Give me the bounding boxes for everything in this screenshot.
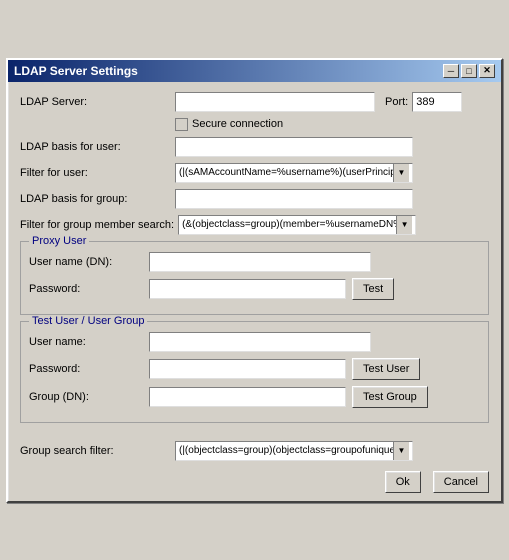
ldap-basis-group-label: LDAP basis for group: <box>20 193 175 205</box>
test-user-content: User name: Password: Test User Group (DN… <box>29 332 480 408</box>
proxy-user-section: Proxy User User name (DN): Password: Tes… <box>20 241 489 315</box>
filter-user-value: (|(sAMAccountName=%username%)(userPrinci… <box>179 167 393 178</box>
test-group-row: Group (DN): Test Group <box>29 386 480 408</box>
test-username-label: User name: <box>29 336 149 348</box>
test-group-input[interactable] <box>149 387 346 407</box>
ldap-server-label: LDAP Server: <box>20 96 175 108</box>
filter-user-arrow[interactable]: ▼ <box>393 164 409 182</box>
group-search-row: Group search filter: (|(objectclass=grou… <box>8 437 501 465</box>
dialog-content: LDAP Server: Port: Secure connection LDA… <box>8 82 501 437</box>
port-input[interactable] <box>412 92 462 112</box>
ldap-basis-user-input[interactable] <box>175 137 413 157</box>
ldap-server-input[interactable] <box>175 92 375 112</box>
ldap-basis-user-label: LDAP basis for user: <box>20 141 175 153</box>
filter-user-label: Filter for user: <box>20 167 175 179</box>
proxy-password-row: Password: Test <box>29 278 480 300</box>
ldap-basis-user-row: LDAP basis for user: <box>20 137 489 157</box>
maximize-button[interactable]: □ <box>461 64 477 78</box>
test-password-input[interactable] <box>149 359 346 379</box>
ok-button[interactable]: Ok <box>385 471 421 493</box>
secure-label: Secure connection <box>192 118 283 130</box>
filter-group-value: (&(objectclass=group)(member=%usernameDN… <box>182 219 396 230</box>
ldap-server-row: LDAP Server: Port: <box>20 92 489 112</box>
proxy-password-label: Password: <box>29 283 149 295</box>
secure-checkbox[interactable] <box>175 118 188 131</box>
title-bar-buttons: ─ □ ✕ <box>443 64 495 78</box>
test-password-label: Password: <box>29 363 149 375</box>
minimize-button[interactable]: ─ <box>443 64 459 78</box>
test-user-button[interactable]: Test User <box>352 358 420 380</box>
proxy-username-label: User name (DN): <box>29 256 149 268</box>
proxy-user-content: User name (DN): Password: Test <box>29 252 480 300</box>
filter-user-combo[interactable]: (|(sAMAccountName=%username%)(userPrinci… <box>175 163 413 183</box>
group-search-label: Group search filter: <box>20 445 175 457</box>
test-username-row: User name: <box>29 332 480 352</box>
filter-group-combo[interactable]: (&(objectclass=group)(member=%usernameDN… <box>178 215 416 235</box>
filter-group-row: Filter for group member search: (&(objec… <box>20 215 489 235</box>
group-search-arrow[interactable]: ▼ <box>393 442 409 460</box>
proxy-test-button[interactable]: Test <box>352 278 394 300</box>
proxy-username-row: User name (DN): <box>29 252 480 272</box>
filter-user-row: Filter for user: (|(sAMAccountName=%user… <box>20 163 489 183</box>
filter-group-arrow[interactable]: ▼ <box>396 216 412 234</box>
proxy-password-input[interactable] <box>149 279 346 299</box>
test-username-input[interactable] <box>149 332 371 352</box>
cancel-button[interactable]: Cancel <box>433 471 489 493</box>
close-button[interactable]: ✕ <box>479 64 495 78</box>
test-group-label: Group (DN): <box>29 391 149 403</box>
test-group-input-row: Test Group <box>149 386 428 408</box>
window-title: LDAP Server Settings <box>14 64 138 78</box>
ldap-basis-group-input[interactable] <box>175 189 413 209</box>
test-group-button[interactable]: Test Group <box>352 386 428 408</box>
group-search-combo[interactable]: (|(objectclass=group)(objectclass=groupo… <box>175 441 413 461</box>
bottom-buttons: Ok Cancel <box>8 465 501 501</box>
ldap-basis-group-row: LDAP basis for group: <box>20 189 489 209</box>
proxy-user-title: Proxy User <box>29 235 89 247</box>
test-user-title: Test User / User Group <box>29 315 147 327</box>
proxy-username-input[interactable] <box>149 252 371 272</box>
secure-connection-row: Secure connection <box>175 118 489 131</box>
test-user-section: Test User / User Group User name: Passwo… <box>20 321 489 423</box>
filter-group-label: Filter for group member search: <box>20 219 178 231</box>
proxy-password-input-row: Test <box>149 278 394 300</box>
main-window: LDAP Server Settings ─ □ ✕ LDAP Server: … <box>6 58 503 503</box>
test-password-row: Password: Test User <box>29 358 480 380</box>
port-label: Port: <box>385 96 408 108</box>
test-password-input-row: Test User <box>149 358 420 380</box>
group-search-value: (|(objectclass=group)(objectclass=groupo… <box>179 445 393 456</box>
title-bar: LDAP Server Settings ─ □ ✕ <box>8 60 501 82</box>
